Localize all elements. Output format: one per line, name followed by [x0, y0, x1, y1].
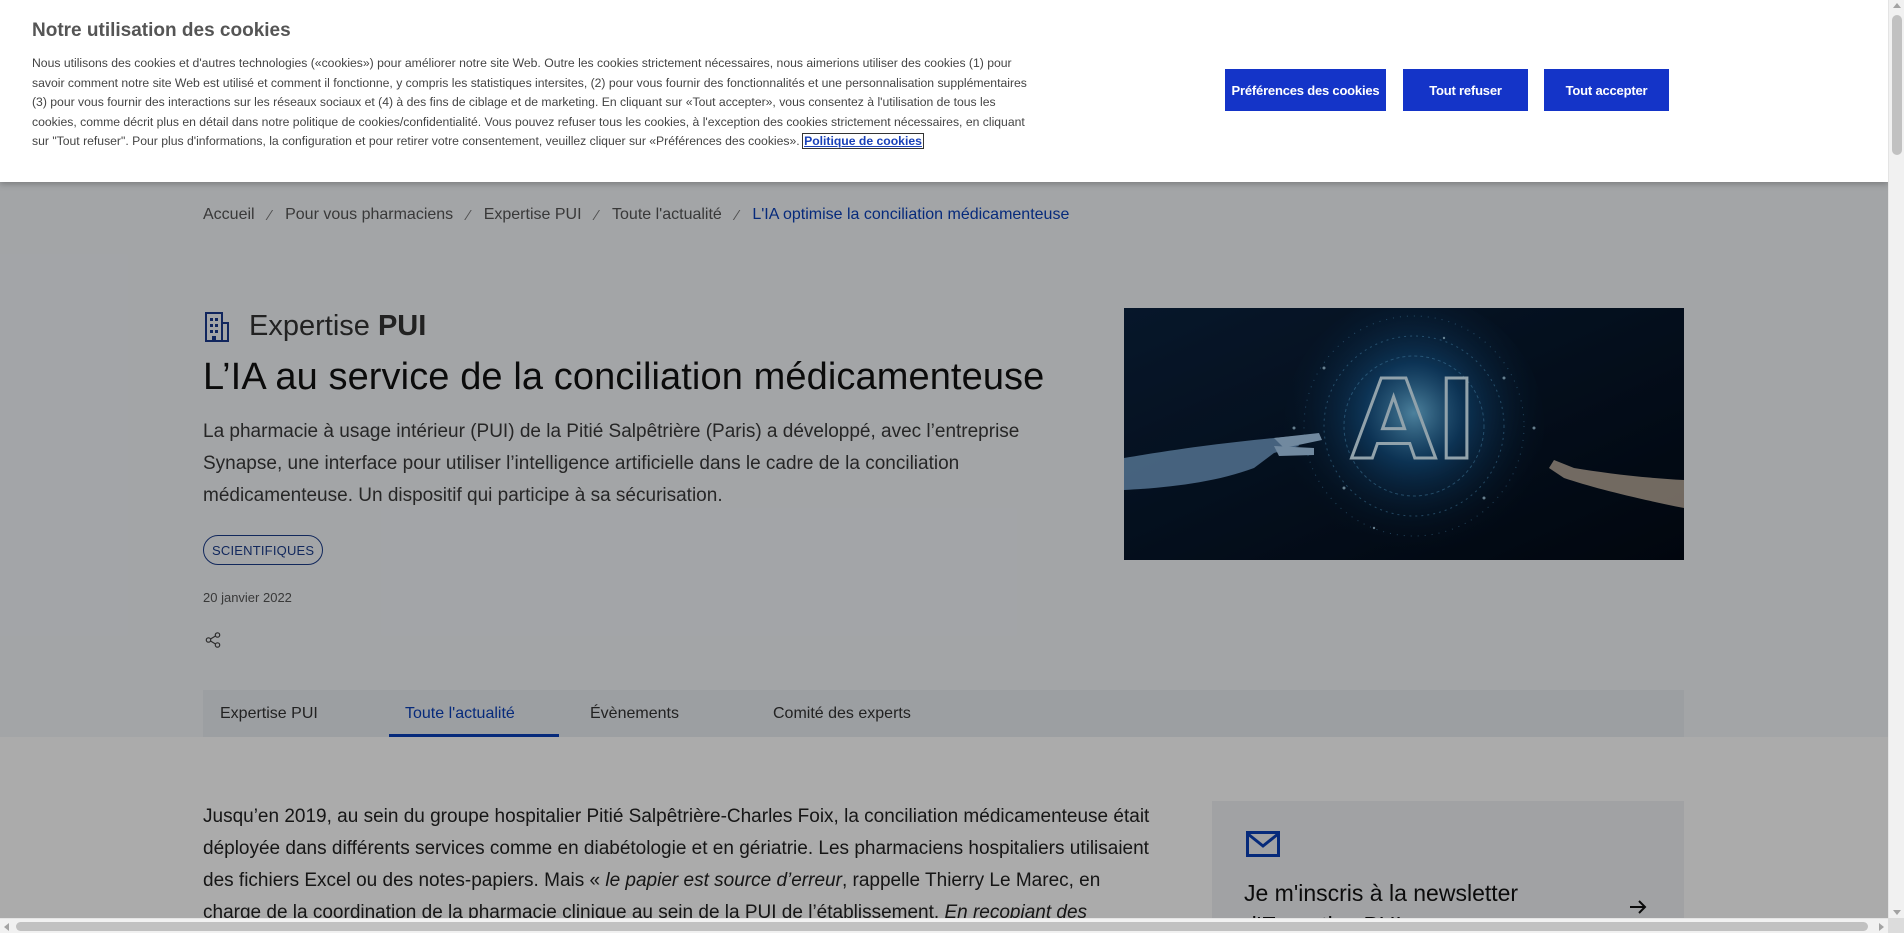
scroll-right-icon[interactable]	[1879, 923, 1884, 931]
scroll-up-icon[interactable]	[1893, 3, 1901, 8]
refuse-all-button[interactable]: Tout refuser	[1403, 69, 1528, 111]
scrollbar-corner	[1888, 918, 1904, 933]
scrollbar-thumb[interactable]	[1892, 15, 1902, 155]
vertical-scrollbar[interactable]	[1888, 0, 1904, 918]
cookie-banner: Notre utilisation des cookies Nous utili…	[0, 0, 1888, 182]
scroll-left-icon[interactable]	[4, 923, 9, 931]
horizontal-scrollbar[interactable]	[0, 918, 1888, 933]
cookie-preferences-button[interactable]: Préférences des cookies	[1225, 69, 1386, 111]
accept-all-button[interactable]: Tout accepter	[1544, 69, 1669, 111]
cookie-text: Nous utilisons des cookies et d'autres t…	[32, 54, 1030, 152]
scroll-down-icon[interactable]	[1893, 910, 1901, 915]
cookie-title: Notre utilisation des cookies	[32, 20, 291, 41]
scrollbar-thumb[interactable]	[16, 922, 1868, 931]
cookie-policy-link[interactable]: Politique de cookies	[802, 133, 924, 150]
